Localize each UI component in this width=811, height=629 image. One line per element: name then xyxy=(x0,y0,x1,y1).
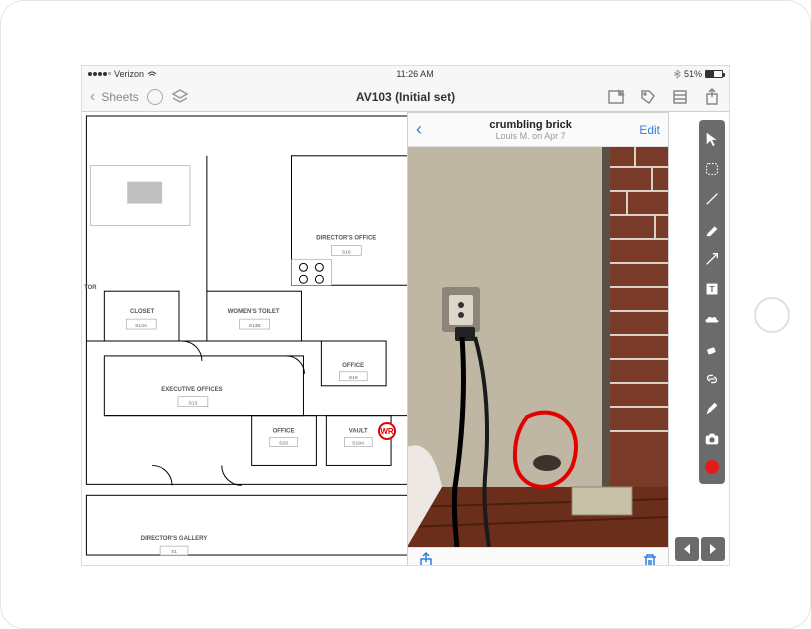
svg-text:CLOSET: CLOSET xyxy=(130,309,155,315)
sheet-pager xyxy=(675,537,725,561)
arrow-tool-icon[interactable] xyxy=(703,250,721,268)
eraser-tool-icon[interactable] xyxy=(703,340,721,358)
camera-tool-icon[interactable] xyxy=(703,430,721,448)
text-tool-icon[interactable]: T xyxy=(703,280,721,298)
share-icon[interactable] xyxy=(703,88,721,106)
prev-sheet-button[interactable] xyxy=(675,537,699,561)
next-sheet-button[interactable] xyxy=(701,537,725,561)
pointer-tool-icon[interactable] xyxy=(703,130,721,148)
nav-bar: ‹ Sheets AV103 (Initial set) xyxy=(82,82,729,112)
tag-icon[interactable] xyxy=(639,88,657,106)
color-picker-button[interactable] xyxy=(705,460,719,474)
svg-text:DIRECTOR'S GALLERY: DIRECTOR'S GALLERY xyxy=(141,536,207,542)
back-chevron-icon[interactable]: ‹ xyxy=(90,88,95,106)
clock-label: 11:26 AM xyxy=(396,69,433,79)
svg-text:OFFICE: OFFICE xyxy=(273,429,295,435)
battery-icon xyxy=(705,70,723,78)
svg-text:EXECUTIVE OFFICES: EXECUTIVE OFFICES xyxy=(161,387,222,393)
svg-text:S13: S13 xyxy=(189,401,198,407)
layers-icon[interactable] xyxy=(171,88,189,106)
svg-text:TOR: TOR xyxy=(84,285,97,291)
markup-toolbar: T xyxy=(699,120,725,484)
svg-text:DIRECTOR'S OFFICE: DIRECTOR'S OFFICE xyxy=(316,235,376,241)
photo-subtitle: Louis M. on Apr 7 xyxy=(422,131,639,141)
wifi-icon xyxy=(147,70,157,78)
page-title: AV103 (Initial set) xyxy=(356,90,455,104)
svg-text:S16: S16 xyxy=(342,249,351,255)
svg-text:T: T xyxy=(709,284,715,294)
cloud-tool-icon[interactable] xyxy=(703,310,721,328)
svg-text:S13A: S13A xyxy=(135,323,148,329)
home-button[interactable] xyxy=(754,297,790,333)
svg-text:S20: S20 xyxy=(279,441,288,447)
svg-text:VAULT: VAULT xyxy=(349,429,368,435)
svg-text:OFFICE: OFFICE xyxy=(342,363,364,369)
battery-pct-label: 51% xyxy=(684,69,702,79)
line-tool-icon[interactable] xyxy=(703,190,721,208)
marker-tool-icon[interactable] xyxy=(703,220,721,238)
photo-title: crumbling brick xyxy=(422,119,639,131)
app-screen: Verizon 11:26 AM 51% ‹ Sheets AV103 (Ini… xyxy=(81,65,730,566)
annotation-wr-pin[interactable]: WR xyxy=(378,422,396,440)
svg-text:WOMEN'S TOILET: WOMEN'S TOILET xyxy=(228,309,280,315)
svg-text:S13B: S13B xyxy=(249,323,262,329)
svg-text:S1: S1 xyxy=(171,549,177,555)
photo-detail-panel: ‹ crumbling brick Louis M. on Apr 7 Edit xyxy=(407,112,669,566)
photo-delete-button[interactable] xyxy=(642,553,658,566)
bluetooth-icon xyxy=(673,69,681,79)
status-bar: Verizon 11:26 AM 51% xyxy=(82,66,729,82)
photo-edit-button[interactable]: Edit xyxy=(639,123,660,137)
svg-text:S19A: S19A xyxy=(352,441,365,447)
back-label[interactable]: Sheets xyxy=(101,90,138,104)
photo-image[interactable] xyxy=(408,147,668,547)
photo-share-button[interactable] xyxy=(418,552,434,566)
link-tool-icon[interactable] xyxy=(703,370,721,388)
pencil-tool-icon[interactable] xyxy=(703,400,721,418)
sheet-icon[interactable] xyxy=(607,88,625,106)
carrier-label: Verizon xyxy=(114,69,144,79)
filter-circle-icon[interactable] xyxy=(147,89,163,105)
svg-text:S19: S19 xyxy=(349,375,358,381)
list-icon[interactable] xyxy=(671,88,689,106)
marquee-tool-icon[interactable] xyxy=(703,160,721,178)
